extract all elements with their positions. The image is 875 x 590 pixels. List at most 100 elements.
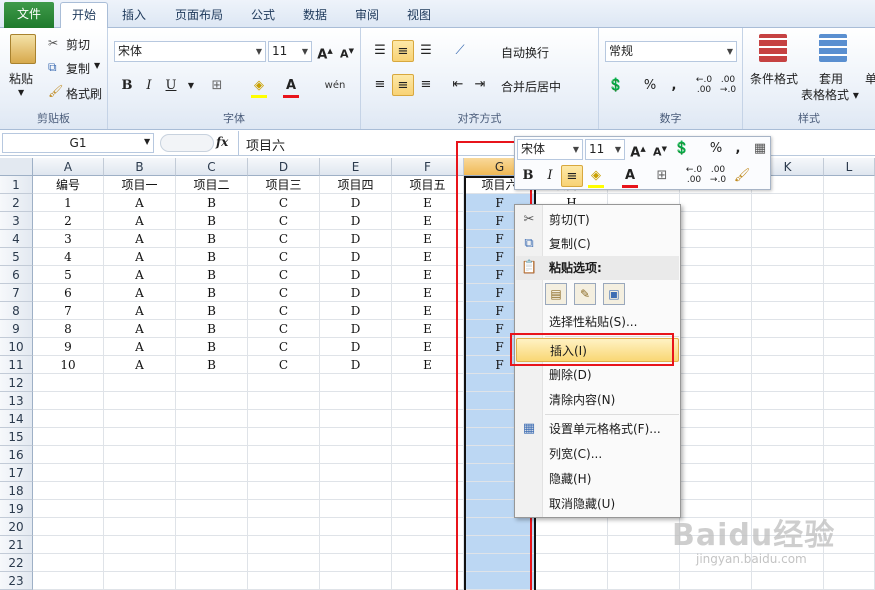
row-header-12[interactable]: 12 [0, 374, 33, 392]
paste-icon[interactable] [10, 34, 36, 64]
cell-a11[interactable]: 10 [33, 356, 104, 374]
cell-c2[interactable]: B [176, 194, 248, 212]
cell-f17[interactable] [392, 464, 464, 482]
tab-data[interactable]: 数据 [294, 3, 336, 28]
cell-j11[interactable] [680, 356, 752, 374]
cell-f16[interactable] [392, 446, 464, 464]
cell-d7[interactable]: C [248, 284, 320, 302]
cell-k18[interactable] [752, 482, 824, 500]
cell-e16[interactable] [320, 446, 392, 464]
cut-button[interactable]: 剪切 [66, 36, 90, 53]
cell-e4[interactable]: D [320, 230, 392, 248]
cell-b8[interactable]: A [104, 302, 176, 320]
column-header-d[interactable]: D [248, 158, 320, 176]
decrease-indent-icon[interactable]: ⇤ [447, 74, 469, 96]
cell-f20[interactable] [392, 518, 464, 536]
underline-button[interactable]: U [160, 75, 182, 97]
tab-formulas[interactable]: 公式 [242, 3, 284, 28]
table-format-label-2[interactable]: 表格格式 ▾ [801, 86, 859, 103]
format-painter-icon[interactable]: 🖌 [731, 165, 753, 187]
cell-b23[interactable] [104, 572, 176, 590]
cell-c22[interactable] [176, 554, 248, 572]
cell-d15[interactable] [248, 428, 320, 446]
cell-f4[interactable]: E [392, 230, 464, 248]
cell-k14[interactable] [752, 410, 824, 428]
cell-e1[interactable]: 项目四 [320, 176, 392, 194]
row-header-13[interactable]: 13 [0, 392, 33, 410]
cell-d23[interactable] [248, 572, 320, 590]
copy-button[interactable]: 复制 [66, 60, 90, 77]
border-icon[interactable]: ⊞ [651, 165, 673, 187]
wrap-text-button[interactable]: 自动换行 [501, 44, 549, 61]
cell-c12[interactable] [176, 374, 248, 392]
currency-icon[interactable]: 💲 [605, 75, 627, 97]
cell-j13[interactable] [680, 392, 752, 410]
cell-e9[interactable]: D [320, 320, 392, 338]
cell-j23[interactable] [680, 572, 752, 590]
cell-k23[interactable] [752, 572, 824, 590]
paste-button[interactable]: 粘贴 [9, 70, 33, 87]
cell-d21[interactable] [248, 536, 320, 554]
mini-font-combo[interactable]: 宋体 ▼ [517, 139, 583, 160]
row-header-7[interactable]: 7 [0, 284, 33, 302]
cell-styles-button[interactable]: 单 [865, 70, 875, 87]
cell-a21[interactable] [33, 536, 104, 554]
cell-l1[interactable] [824, 176, 875, 194]
row-header-11[interactable]: 11 [0, 356, 33, 374]
cell-j17[interactable] [680, 464, 752, 482]
format-painter-button[interactable]: 格式刷 [66, 85, 102, 102]
cell-b12[interactable] [104, 374, 176, 392]
cell-c13[interactable] [176, 392, 248, 410]
cell-b22[interactable] [104, 554, 176, 572]
menu-item-cut[interactable]: ✂ 剪切(T) [516, 208, 679, 232]
italic-button[interactable]: I [138, 75, 160, 97]
cell-e19[interactable] [320, 500, 392, 518]
cell-l18[interactable] [824, 482, 875, 500]
cell-b16[interactable] [104, 446, 176, 464]
cell-f2[interactable]: E [392, 194, 464, 212]
cell-k6[interactable] [752, 266, 824, 284]
cell-d16[interactable] [248, 446, 320, 464]
cell-j14[interactable] [680, 410, 752, 428]
cell-b7[interactable]: A [104, 284, 176, 302]
cell-d12[interactable] [248, 374, 320, 392]
cell-f8[interactable]: E [392, 302, 464, 320]
tab-review[interactable]: 审阅 [346, 3, 388, 28]
cell-e17[interactable] [320, 464, 392, 482]
column-header-f[interactable]: F [392, 158, 464, 176]
cell-d18[interactable] [248, 482, 320, 500]
increase-decimal-icon[interactable]: ←.0.00 [683, 165, 705, 187]
font-color-icon[interactable]: A [619, 165, 641, 187]
shrink-font-icon[interactable]: A▼ [336, 40, 358, 62]
currency-icon[interactable]: 💲 [671, 138, 693, 160]
row-header-20[interactable]: 20 [0, 518, 33, 536]
font-size-combo[interactable]: 11 ▼ [268, 41, 312, 62]
tab-page-layout[interactable]: 页面布局 [166, 3, 232, 28]
cell-f11[interactable]: E [392, 356, 464, 374]
cell-d10[interactable]: C [248, 338, 320, 356]
cell-a19[interactable] [33, 500, 104, 518]
cell-i20[interactable] [608, 518, 680, 536]
cell-j7[interactable] [680, 284, 752, 302]
cell-l10[interactable] [824, 338, 875, 356]
menu-item-copy[interactable]: ⧉ 复制(C) [516, 232, 679, 256]
cell-l22[interactable] [824, 554, 875, 572]
percent-button[interactable]: % [639, 75, 661, 97]
fill-color-icon[interactable]: ◈ [585, 165, 607, 187]
row-header-18[interactable]: 18 [0, 482, 33, 500]
cell-d9[interactable]: C [248, 320, 320, 338]
cell-k2[interactable] [752, 194, 824, 212]
cell-f7[interactable]: E [392, 284, 464, 302]
align-center-icon[interactable]: ≡ [392, 74, 414, 96]
cell-c3[interactable]: B [176, 212, 248, 230]
align-left-icon[interactable]: ≡ [369, 74, 391, 96]
cell-l15[interactable] [824, 428, 875, 446]
cell-e10[interactable]: D [320, 338, 392, 356]
cell-d22[interactable] [248, 554, 320, 572]
mini-size-combo[interactable]: 11 ▼ [585, 139, 625, 160]
cell-a3[interactable]: 2 [33, 212, 104, 230]
menu-item-paste-special[interactable]: 选择性粘贴(S)... [516, 310, 679, 334]
cell-f13[interactable] [392, 392, 464, 410]
cell-d8[interactable]: C [248, 302, 320, 320]
cell-d1[interactable]: 项目三 [248, 176, 320, 194]
